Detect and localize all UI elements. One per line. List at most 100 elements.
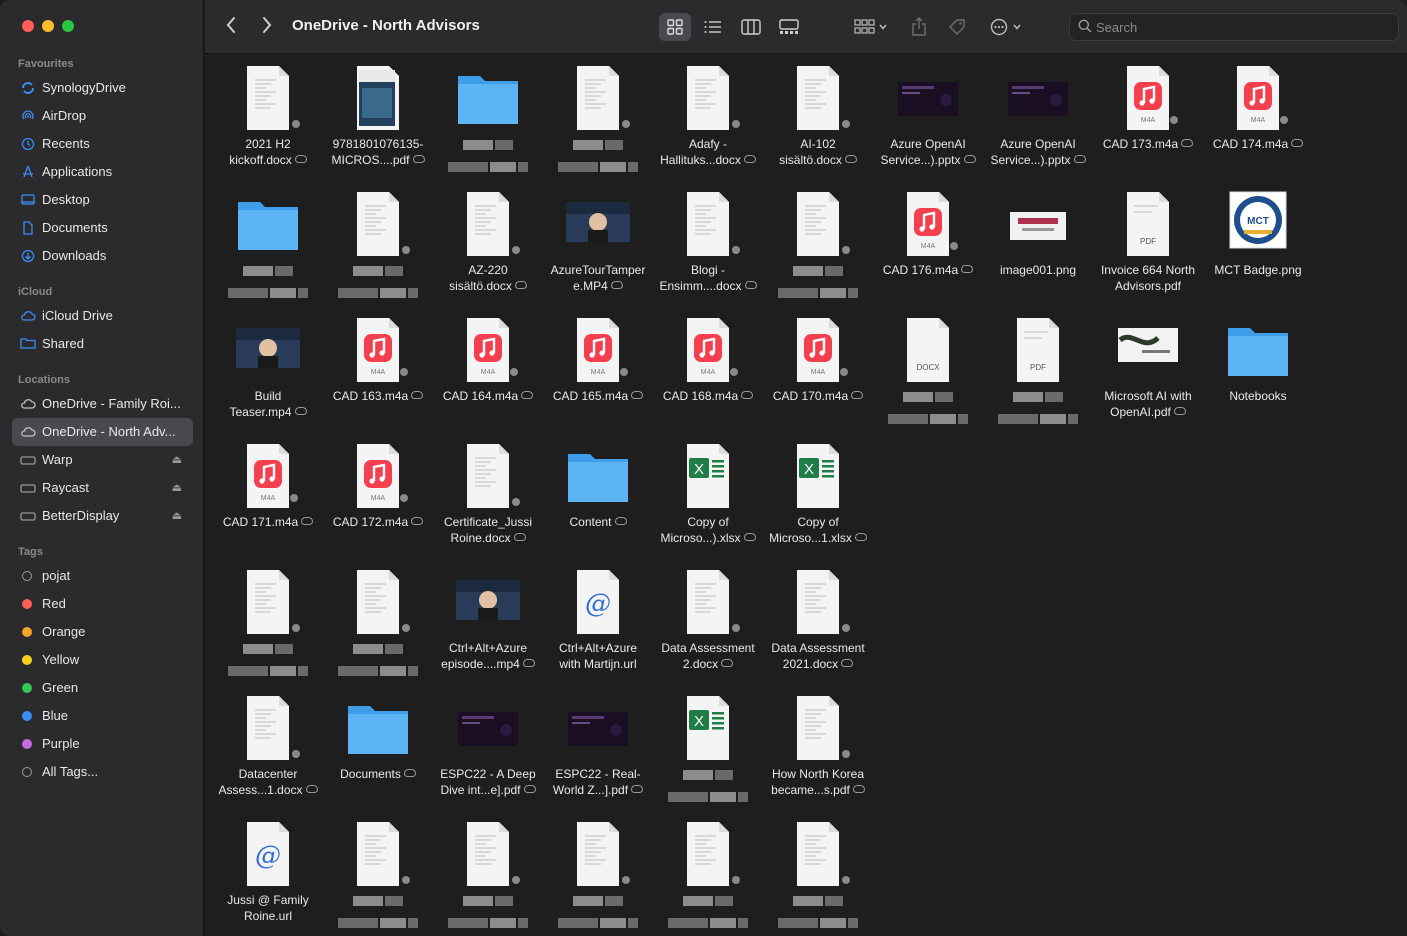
file-item[interactable]: image001.png [983, 186, 1093, 312]
file-item[interactable]: M4A CAD 165.m4a [543, 312, 653, 438]
file-item[interactable]: M4A CAD 171.m4a [213, 438, 323, 564]
forward-button[interactable] [255, 14, 279, 40]
cloud-download-icon[interactable] [614, 517, 627, 525]
sidebar-tag-4[interactable]: Green [0, 674, 192, 702]
file-item[interactable] [213, 564, 323, 690]
file-item[interactable]: AzureTourTamper e.MP4 [543, 186, 653, 312]
file-item[interactable]: X Copy of Microso...).xlsx [653, 438, 763, 564]
cloud-download-icon[interactable] [841, 659, 854, 667]
cloud-download-icon[interactable] [403, 769, 416, 777]
cloud-download-icon[interactable] [961, 265, 974, 273]
file-item[interactable]: Ctrl+Alt+Azure episode....mp4 [433, 564, 543, 690]
file-item[interactable] [433, 816, 543, 936]
sidebar-item-location-2[interactable]: Warp ⏏ [0, 446, 192, 474]
file-item[interactable]: M4A CAD 172.m4a [323, 438, 433, 564]
sidebar-item-favourite-5[interactable]: Documents [0, 214, 192, 242]
file-item[interactable]: M4A CAD 170.m4a [763, 312, 873, 438]
cloud-download-icon[interactable] [522, 659, 535, 667]
eject-icon[interactable]: ⏏ [172, 502, 182, 530]
file-item[interactable]: X Copy of Microso...1.xlsx [763, 438, 873, 564]
cloud-download-icon[interactable] [631, 785, 644, 793]
cloud-download-icon[interactable] [1073, 155, 1086, 163]
sidebar-item-location-1[interactable]: OneDrive - North Adv... [12, 418, 193, 446]
sidebar-tag-1[interactable]: Red [0, 590, 192, 618]
sidebar-item-favourite-4[interactable]: Desktop [0, 186, 192, 214]
file-item[interactable]: @ Jussi @ Family Roine.url [213, 816, 323, 936]
file-item[interactable]: Documents [323, 690, 433, 816]
sidebar-item-favourite-2[interactable]: Recents [0, 130, 192, 158]
cloud-download-icon[interactable] [743, 155, 756, 163]
cloud-download-icon[interactable] [631, 391, 644, 399]
cloud-download-icon[interactable] [513, 533, 526, 541]
file-item[interactable]: How North Korea became...s.pdf [763, 690, 873, 816]
cloud-download-icon[interactable] [851, 391, 864, 399]
file-item[interactable]: Data Assessment 2.docx [653, 564, 763, 690]
column-view-button[interactable] [735, 13, 767, 41]
file-item[interactable]: Blogi - Ensimm....docx [653, 186, 763, 312]
icon-view-button[interactable] [659, 13, 691, 41]
cloud-download-icon[interactable] [741, 391, 754, 399]
cloud-download-icon[interactable] [294, 407, 307, 415]
file-item[interactable] [763, 186, 873, 312]
file-item[interactable]: Microsoft AI with OpenAI.pdf [1093, 312, 1203, 438]
cloud-download-icon[interactable] [514, 281, 527, 289]
file-item[interactable]: M4A CAD 174.m4a [1203, 60, 1313, 186]
eject-icon[interactable]: ⏏ [172, 446, 182, 474]
file-item[interactable] [213, 186, 323, 312]
sidebar-tag-6[interactable]: Purple [0, 730, 192, 758]
file-item[interactable]: AI-102 sisältö.docx [763, 60, 873, 186]
file-item[interactable] [323, 186, 433, 312]
file-item[interactable]: Adafy - Hallituks...docx [653, 60, 763, 186]
list-view-button[interactable] [697, 13, 729, 41]
file-item[interactable]: DOCX [873, 312, 983, 438]
cloud-download-icon[interactable] [521, 391, 534, 399]
back-button[interactable] [219, 14, 243, 40]
cloud-download-icon[interactable] [610, 281, 623, 289]
gallery-view-button[interactable] [773, 13, 805, 41]
search-field[interactable] [1069, 13, 1399, 41]
file-item[interactable]: ESPC22 - Real- World Z...].pdf [543, 690, 653, 816]
cloud-download-icon[interactable] [305, 785, 318, 793]
file-item[interactable]: Data Assessment 2021.docx [763, 564, 873, 690]
more-actions-button[interactable] [987, 13, 1027, 41]
sidebar-item-location-4[interactable]: BetterDisplay ⏏ [0, 502, 192, 530]
close-window-button[interactable] [22, 20, 34, 32]
sidebar-item-favourite-1[interactable]: AirDrop [0, 102, 192, 130]
cloud-download-icon[interactable] [852, 785, 865, 793]
file-item[interactable]: M4A CAD 163.m4a [323, 312, 433, 438]
sidebar-item-favourite-3[interactable]: Applications [0, 158, 192, 186]
group-by-button[interactable] [849, 13, 893, 41]
file-item[interactable]: M4A CAD 168.m4a [653, 312, 763, 438]
cloud-download-icon[interactable] [743, 533, 756, 541]
cloud-download-icon[interactable] [301, 517, 314, 525]
sidebar-tag-5[interactable]: Blue [0, 702, 192, 730]
cloud-download-icon[interactable] [1181, 139, 1194, 147]
minimize-window-button[interactable] [42, 20, 54, 32]
cloud-download-icon[interactable] [844, 155, 857, 163]
eject-icon[interactable]: ⏏ [172, 474, 182, 502]
cloud-download-icon[interactable] [411, 391, 424, 399]
tag-button[interactable] [945, 13, 969, 41]
cloud-download-icon[interactable] [523, 785, 536, 793]
file-item[interactable]: MCT MCT Badge.png [1203, 186, 1313, 312]
cloud-download-icon[interactable] [744, 281, 757, 289]
file-item[interactable] [653, 816, 763, 936]
cloud-download-icon[interactable] [1173, 407, 1186, 415]
file-item[interactable]: M4A CAD 176.m4a [873, 186, 983, 312]
file-item[interactable]: 9781801076135- MICROS....pdf [323, 60, 433, 186]
file-item[interactable]: PDF [983, 312, 1093, 438]
file-item[interactable]: X [653, 690, 763, 816]
search-input[interactable] [1096, 18, 1386, 36]
file-item[interactable] [543, 816, 653, 936]
cloud-download-icon[interactable] [411, 517, 424, 525]
cloud-download-icon[interactable] [294, 155, 307, 163]
file-item[interactable]: Content [543, 438, 653, 564]
sidebar-tag-0[interactable]: pojat [0, 562, 192, 590]
file-item[interactable]: M4A CAD 164.m4a [433, 312, 543, 438]
file-item[interactable]: Azure OpenAI Service...).pptx [983, 60, 1093, 186]
cloud-download-icon[interactable] [854, 533, 867, 541]
file-item[interactable] [323, 816, 433, 936]
sidebar-tag-3[interactable]: Yellow [0, 646, 192, 674]
sidebar-item-favourite-0[interactable]: SynologyDrive [0, 74, 192, 102]
file-item[interactable]: PDF Invoice 664 North Advisors.pdf [1093, 186, 1203, 312]
